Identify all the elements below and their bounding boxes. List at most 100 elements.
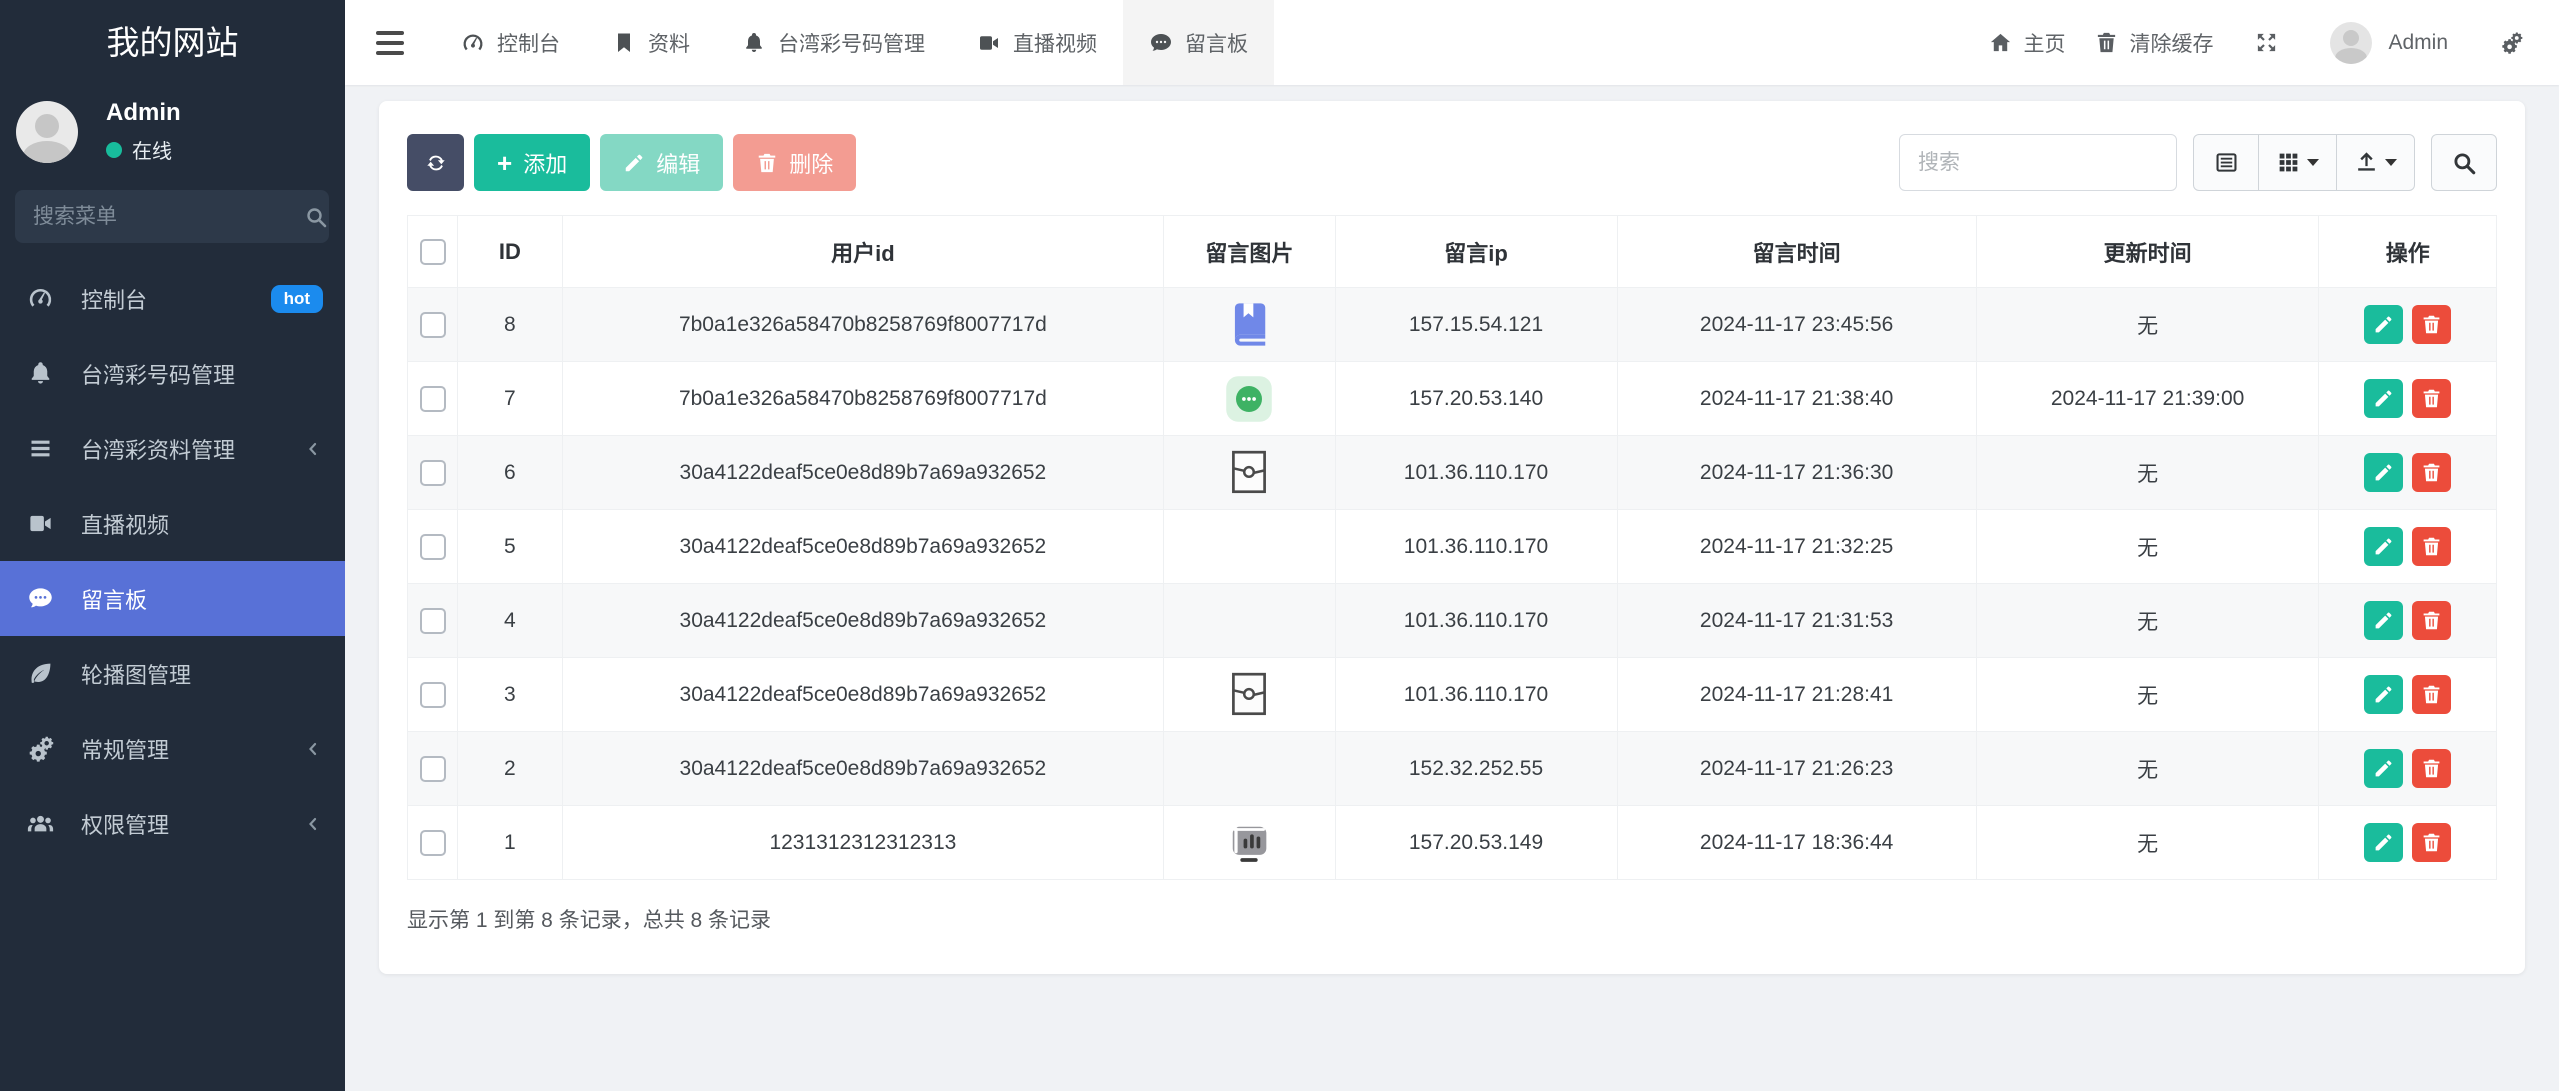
select-all-checkbox[interactable] (420, 239, 446, 265)
pencil-icon (2373, 536, 2394, 557)
monitor-chart-icon[interactable] (1223, 817, 1275, 869)
add-button[interactable]: + 添加 (474, 134, 590, 191)
sidebar-item-dashboard[interactable]: 控制台 hot (0, 261, 345, 336)
row-edit-button[interactable] (2364, 379, 2403, 418)
cell-updated: 无 (1976, 658, 2319, 732)
cell-time: 2024-11-17 21:32:25 (1617, 510, 1976, 584)
comment-icon (1149, 31, 1173, 55)
settings-button[interactable] (2500, 31, 2523, 54)
row-delete-button[interactable] (2412, 823, 2451, 862)
row-delete-button[interactable] (2412, 749, 2451, 788)
fullscreen-button[interactable] (2255, 31, 2278, 54)
sidebar-item-permission[interactable]: 权限管理 (0, 786, 345, 861)
row-checkbox[interactable] (420, 460, 446, 486)
refresh-button[interactable] (407, 134, 464, 191)
trash-icon (2421, 832, 2442, 853)
cell-image (1164, 362, 1335, 436)
column-header-user-id[interactable]: 用户id (562, 216, 1164, 288)
cell-time: 2024-11-17 21:36:30 (1617, 436, 1976, 510)
row-edit-button[interactable] (2364, 749, 2403, 788)
sidebar-item-lottery-data[interactable]: 台湾彩资料管理 (0, 411, 345, 486)
menu-search-input[interactable] (33, 205, 304, 229)
online-dot-icon (106, 142, 122, 158)
sidebar-item-live-video[interactable]: 直播视频 (0, 486, 345, 561)
cell-updated: 无 (1976, 806, 2319, 880)
tab-dashboard[interactable]: 控制台 (435, 0, 586, 85)
row-delete-button[interactable] (2412, 675, 2451, 714)
pencil-icon (623, 152, 645, 174)
row-delete-button[interactable] (2412, 601, 2451, 640)
sidebar-item-label: 留言板 (81, 583, 147, 615)
row-edit-button[interactable] (2364, 675, 2403, 714)
expand-arrows-icon (2255, 31, 2278, 54)
cell-id: 3 (458, 658, 562, 732)
search-icon (304, 205, 328, 229)
tab-lottery-number[interactable]: 台湾彩号码管理 (716, 0, 951, 85)
table-body: 87b0a1e326a58470b8258769f8007717d157.15.… (408, 288, 2497, 880)
cell-image (1164, 510, 1335, 584)
sidebar-item-carousel[interactable]: 轮播图管理 (0, 636, 345, 711)
broken-image-icon[interactable] (1226, 669, 1272, 721)
pencil-icon (2373, 462, 2394, 483)
user-name: Admin (106, 99, 181, 127)
sidebar-menu: 控制台 hot 台湾彩号码管理 台湾彩资料管理 直播视频 留言板 轮播图管理 (0, 261, 345, 861)
sidebar-item-label: 控制台 (81, 283, 147, 315)
column-header-time[interactable]: 留言时间 (1617, 216, 1976, 288)
clear-cache-link[interactable]: 清除缓存 (2095, 28, 2213, 58)
cell-user-id: 1231312312312313 (562, 806, 1164, 880)
row-checkbox[interactable] (420, 312, 446, 338)
hamburger-menu-button[interactable] (345, 0, 435, 85)
avatar (2330, 22, 2372, 64)
cell-id: 7 (458, 362, 562, 436)
row-checkbox[interactable] (420, 682, 446, 708)
home-link[interactable]: 主页 (1989, 28, 2065, 58)
row-delete-button[interactable] (2412, 527, 2451, 566)
cell-user-id: 30a4122deaf5ce0e8d89b7a69a932652 (562, 732, 1164, 806)
table-search-input[interactable] (1899, 134, 2177, 191)
column-header-updated[interactable]: 更新时间 (1976, 216, 2319, 288)
sidebar-item-label: 权限管理 (81, 808, 169, 840)
export-dropdown-button[interactable] (2337, 134, 2415, 191)
row-checkbox[interactable] (420, 534, 446, 560)
edit-button[interactable]: 编辑 (600, 134, 723, 191)
chat-green-icon[interactable] (1223, 373, 1275, 425)
columns-dropdown-button[interactable] (2259, 134, 2337, 191)
leaf-icon (27, 660, 54, 687)
pencil-icon (2373, 388, 2394, 409)
row-checkbox[interactable] (420, 386, 446, 412)
bell-icon (742, 31, 766, 55)
cell-image (1164, 436, 1335, 510)
row-delete-button[interactable] (2412, 379, 2451, 418)
home-icon (1989, 31, 2012, 54)
row-checkbox[interactable] (420, 608, 446, 634)
broken-image-icon[interactable] (1226, 447, 1272, 499)
content-area: + 添加 编辑 删除 (345, 85, 2559, 1091)
sidebar-item-message-board[interactable]: 留言板 (0, 561, 345, 636)
trash-icon (2421, 462, 2442, 483)
row-edit-button[interactable] (2364, 601, 2403, 640)
row-delete-button[interactable] (2412, 305, 2451, 344)
row-checkbox[interactable] (420, 830, 446, 856)
tab-message-board[interactable]: 留言板 (1123, 0, 1274, 85)
row-delete-button[interactable] (2412, 453, 2451, 492)
detail-view-button[interactable] (2193, 134, 2259, 191)
sidebar-item-lottery-number[interactable]: 台湾彩号码管理 (0, 336, 345, 411)
delete-button[interactable]: 删除 (733, 134, 856, 191)
row-edit-button[interactable] (2364, 527, 2403, 566)
column-header-id[interactable]: ID (458, 216, 562, 288)
book-blue-icon[interactable] (1223, 299, 1275, 351)
row-edit-button[interactable] (2364, 823, 2403, 862)
column-header-image[interactable]: 留言图片 (1164, 216, 1335, 288)
row-edit-button[interactable] (2364, 453, 2403, 492)
cell-user-id: 7b0a1e326a58470b8258769f8007717d (562, 288, 1164, 362)
table-search-button[interactable] (2431, 134, 2497, 191)
column-header-ip[interactable]: 留言ip (1335, 216, 1617, 288)
row-checkbox[interactable] (420, 756, 446, 782)
row-edit-button[interactable] (2364, 305, 2403, 344)
tab-live-video[interactable]: 直播视频 (951, 0, 1123, 85)
user-menu[interactable]: Admin (2330, 22, 2448, 64)
sidebar-item-general[interactable]: 常规管理 (0, 711, 345, 786)
dashboard-icon (461, 31, 485, 55)
tab-data[interactable]: 资料 (586, 0, 716, 85)
cell-image (1164, 732, 1335, 806)
